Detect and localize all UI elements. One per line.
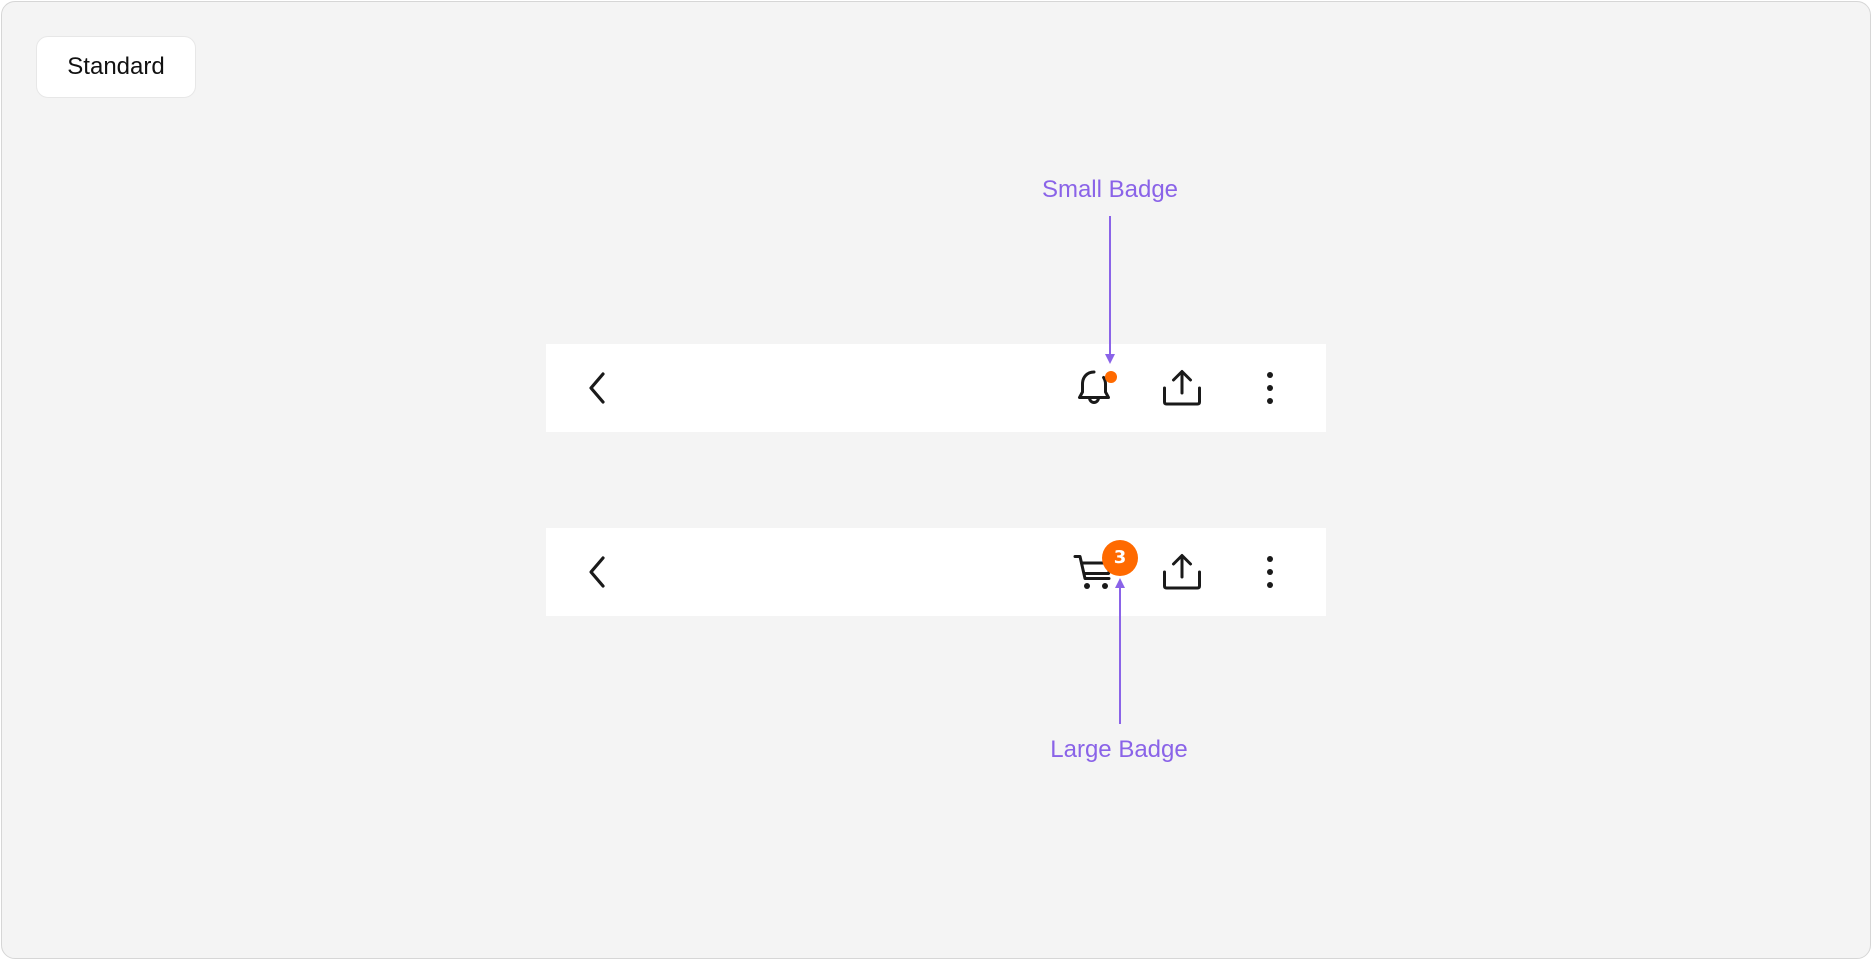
small-badge bbox=[1105, 371, 1117, 383]
small-badge-annotation: Small Badge bbox=[1041, 176, 1179, 203]
more-options-button[interactable] bbox=[1248, 366, 1292, 410]
back-button[interactable] bbox=[576, 366, 620, 410]
chevron-left-icon bbox=[589, 556, 605, 588]
share-button[interactable] bbox=[1160, 366, 1204, 410]
canvas-frame: Standard bbox=[1, 1, 1871, 959]
variant-label: Standard bbox=[67, 53, 165, 80]
share-upload-icon bbox=[1163, 554, 1201, 590]
badge-count: 3 bbox=[1113, 547, 1127, 568]
large-badge-annotation: Large Badge bbox=[1050, 736, 1188, 763]
share-upload-icon bbox=[1163, 370, 1201, 406]
large-badge: 3 bbox=[1102, 540, 1138, 576]
variant-label-chip: Standard bbox=[36, 36, 196, 98]
more-options-button[interactable] bbox=[1248, 550, 1292, 594]
more-vertical-icon bbox=[1267, 372, 1273, 404]
top-app-bar-large-badge: 3 bbox=[546, 528, 1326, 616]
share-button[interactable] bbox=[1160, 550, 1204, 594]
top-app-bar-small-badge bbox=[546, 344, 1326, 432]
more-vertical-icon bbox=[1267, 556, 1273, 588]
back-button[interactable] bbox=[576, 550, 620, 594]
chevron-left-icon bbox=[589, 372, 605, 404]
